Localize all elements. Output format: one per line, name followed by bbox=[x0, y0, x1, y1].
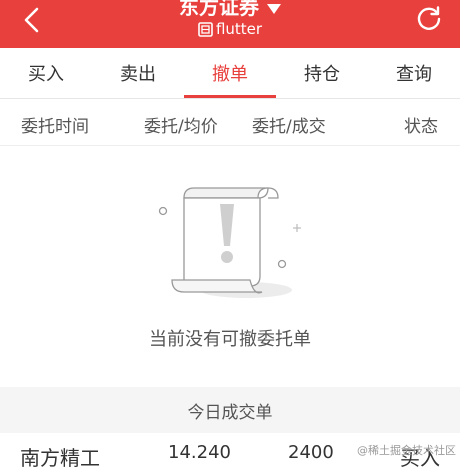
tab-sell[interactable]: 卖出 bbox=[92, 48, 184, 98]
trade-stock-name: 南方精工 bbox=[20, 446, 100, 470]
refresh-button[interactable] bbox=[414, 3, 444, 33]
today-trades-header: 今日成交单 bbox=[0, 387, 460, 433]
account-subtitle: flutter bbox=[215, 20, 263, 38]
today-trades-title: 今日成交单 bbox=[187, 402, 273, 423]
account-selector[interactable]: 东方证券 flutter bbox=[0, 0, 460, 39]
order-column-header: 委托时间 委托/均价 委托/成交 状态 bbox=[0, 99, 460, 146]
active-tab-indicator bbox=[184, 95, 276, 98]
tab-query[interactable]: 查询 bbox=[368, 48, 460, 98]
tab-cancel[interactable]: 撤单 bbox=[184, 48, 276, 98]
column-order-price: 委托/均价 bbox=[144, 117, 218, 137]
watermark: @稀土掘金技术社区 bbox=[357, 444, 456, 457]
tab-bar: 买入 卖出 撤单 持仓 查询 bbox=[0, 48, 460, 99]
empty-state-message: 当前没有可撤委托单 bbox=[149, 329, 311, 350]
page-title: 东方证券 bbox=[179, 0, 259, 19]
empty-document-icon bbox=[158, 187, 301, 298]
tab-buy[interactable]: 买入 bbox=[0, 48, 92, 98]
refresh-icon bbox=[417, 6, 441, 30]
circle-badge-icon bbox=[198, 21, 213, 37]
tab-positions[interactable]: 持仓 bbox=[276, 48, 368, 98]
column-status: 状态 bbox=[404, 117, 438, 137]
app-header: 东方证券 flutter bbox=[0, 0, 460, 48]
caret-down-icon bbox=[267, 4, 281, 14]
column-order-time: 委托时间 bbox=[21, 117, 89, 137]
column-order-fill: 委托/成交 bbox=[252, 117, 326, 137]
